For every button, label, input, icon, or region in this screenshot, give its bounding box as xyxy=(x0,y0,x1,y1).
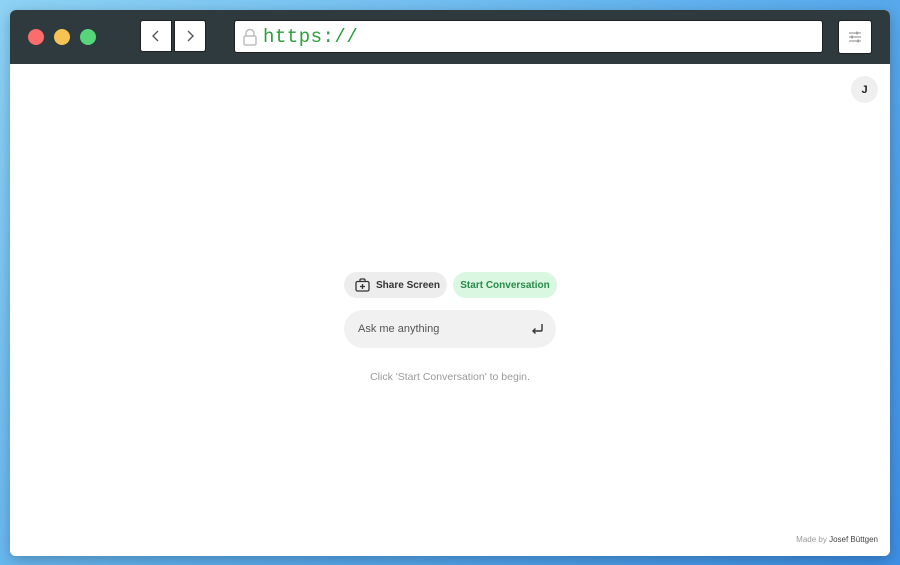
share-screen-button[interactable]: Share Screen xyxy=(344,272,447,298)
footer-prefix: Made by xyxy=(796,535,827,544)
back-button[interactable] xyxy=(140,20,172,52)
ask-input-container xyxy=(344,310,556,348)
address-bar[interactable]: https:// xyxy=(234,20,823,53)
browser-toolbar: https:// xyxy=(10,10,890,64)
chevron-left-icon xyxy=(152,30,159,42)
chevron-right-icon xyxy=(187,30,194,42)
minimize-window-button[interactable] xyxy=(54,29,70,45)
footer-credit: Made by Josef Büttgen xyxy=(796,535,878,544)
settings-button[interactable] xyxy=(838,20,872,54)
page-content: J Share Screen Start Conversation Ask me… xyxy=(10,64,890,556)
browser-window: https:// J Share Screen Start Conversati… xyxy=(10,10,890,556)
url-text: https:// xyxy=(263,25,359,48)
close-window-button[interactable] xyxy=(28,29,44,45)
footer-author-link[interactable]: Josef Büttgen xyxy=(829,535,878,544)
start-conversation-label: Start Conversation xyxy=(460,279,550,291)
sliders-icon xyxy=(849,31,861,43)
ask-input[interactable] xyxy=(356,322,530,336)
user-avatar[interactable]: J xyxy=(851,76,878,103)
start-conversation-button[interactable]: Start Conversation xyxy=(453,272,557,298)
lock-icon xyxy=(241,27,259,47)
action-row: Share Screen Start Conversation xyxy=(344,272,557,298)
maximize-window-button[interactable] xyxy=(80,29,96,45)
start-hint: Click 'Start Conversation' to begin. xyxy=(370,371,530,383)
share-screen-label: Share Screen xyxy=(376,279,440,291)
enter-icon[interactable] xyxy=(530,322,544,336)
share-screen-icon xyxy=(355,278,370,292)
forward-button[interactable] xyxy=(174,20,206,52)
